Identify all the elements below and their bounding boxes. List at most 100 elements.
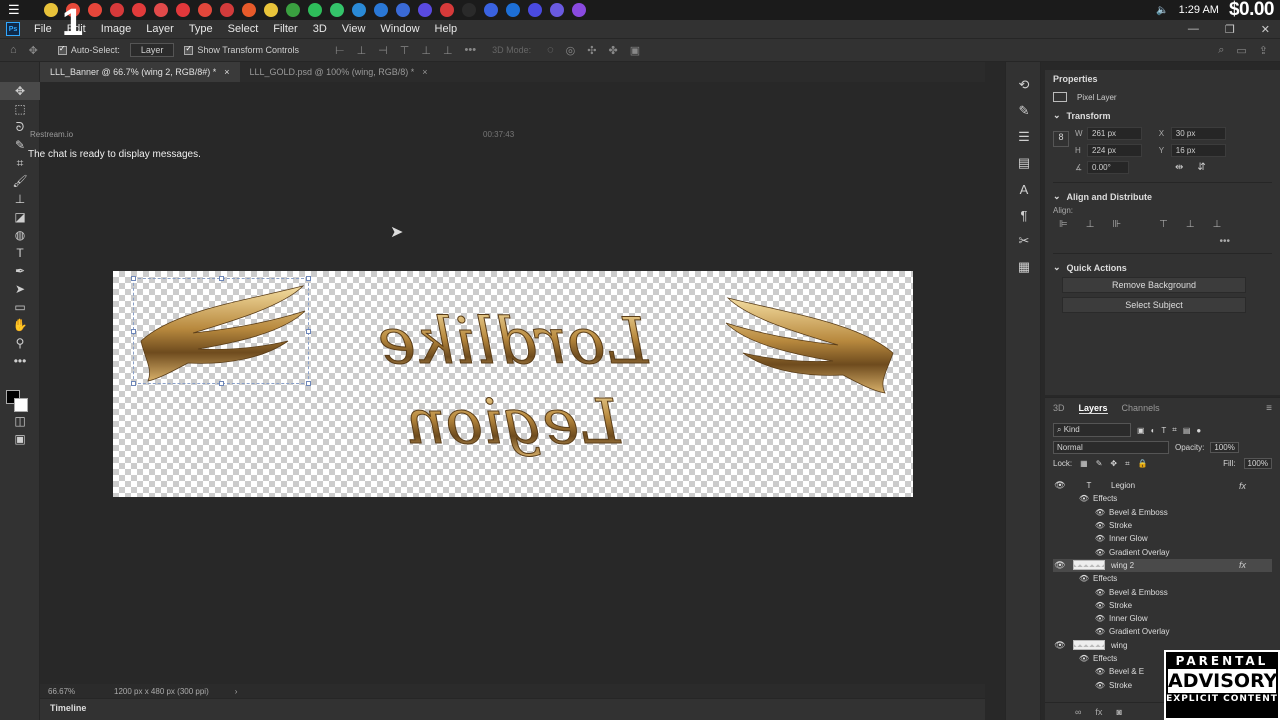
shape-tool-icon[interactable]: ▭ (0, 298, 40, 316)
character-icon[interactable]: A (1006, 176, 1042, 202)
brush-settings-icon[interactable]: ✎ (1006, 98, 1042, 124)
lock-pixels-icon[interactable]: ✎ (1096, 459, 1103, 468)
app-icon-7[interactable] (176, 3, 190, 17)
app-icon-11[interactable] (264, 3, 278, 17)
transform-handle[interactable] (306, 381, 311, 386)
stamp-tool-icon[interactable]: ⊥ (0, 190, 40, 208)
effect-eye-icon[interactable]: 👁 (1053, 588, 1109, 597)
hand-tool-icon[interactable]: ✋ (0, 316, 40, 334)
transform-handle[interactable] (219, 276, 224, 281)
align-h-centers-icon[interactable]: ⊥ (1086, 219, 1095, 230)
tab-layers[interactable]: Layers (1078, 403, 1108, 414)
align-v-centers-icon[interactable]: ⊥ (1186, 219, 1195, 230)
x-field[interactable]: 30 px (1170, 127, 1226, 140)
app-icon-12[interactable] (286, 3, 300, 17)
app-icon-10[interactable] (242, 3, 256, 17)
history-icon[interactable]: ⟲ (1006, 72, 1042, 98)
more-options-icon[interactable]: ••• (465, 44, 477, 56)
effect-row[interactable]: 👁 Gradient Overlay (1053, 545, 1272, 558)
path-select-tool-icon[interactable]: ➤ (0, 280, 40, 298)
transform-bounding-box[interactable] (131, 276, 311, 386)
paragraph-icon[interactable]: ¶ (1006, 202, 1042, 228)
add-style-icon[interactable]: fx (1095, 707, 1102, 717)
effect-eye-icon[interactable]: 👁 (1053, 681, 1109, 689)
app-icon-23[interactable] (528, 3, 542, 17)
restore-icon[interactable]: ❐ (1225, 23, 1235, 36)
3d-scale-icon[interactable]: ▣ (630, 44, 640, 57)
filter-shape-icon[interactable]: ⌗ (1172, 425, 1177, 435)
app-icon-16[interactable] (374, 3, 388, 17)
effect-row[interactable]: 👁 Stroke (1053, 599, 1272, 612)
pen-tool-icon[interactable]: ✒ (0, 262, 40, 280)
filter-type-icon[interactable]: T (1161, 426, 1166, 435)
app-icon-24[interactable] (550, 3, 564, 17)
effect-eye-icon[interactable]: 👁 (1053, 601, 1109, 610)
app-icon-22[interactable] (506, 3, 520, 17)
app-icon-20[interactable] (462, 3, 476, 17)
status-chevron-icon[interactable]: › (235, 687, 238, 696)
type-tool-icon[interactable]: T (0, 244, 40, 262)
layer-effects-row[interactable]: 👁 Effects (1053, 572, 1272, 585)
transform-handle[interactable] (131, 381, 136, 386)
y-field[interactable]: 16 px (1170, 144, 1226, 157)
marquee-tool-icon[interactable]: ⬚ (0, 100, 40, 118)
lock-all-icon[interactable]: 🔒 (1138, 459, 1148, 468)
effect-eye-icon[interactable]: 👁 (1053, 534, 1109, 543)
align-right-icon[interactable]: ⊣ (378, 44, 388, 57)
align-bottom-icon[interactable]: ⊥ (443, 44, 453, 57)
app-icon-18[interactable] (418, 3, 432, 17)
quick-actions-section[interactable]: ⌄ Quick Actions (1053, 262, 1272, 273)
app-icon-25[interactable] (572, 3, 586, 17)
app-icon-1[interactable] (44, 3, 58, 17)
effect-row[interactable]: 👁 Bevel & Emboss (1053, 585, 1272, 598)
align-middle-icon[interactable]: ⊥ (421, 44, 431, 57)
align-center-icon[interactable]: ⊥ (357, 44, 367, 57)
start-icon[interactable]: ☰ (8, 3, 24, 17)
lock-transparent-icon[interactable]: ▦ (1080, 459, 1088, 468)
workspace-icon[interactable]: ▭ (1236, 44, 1246, 57)
tab-channels[interactable]: Channels (1122, 403, 1160, 413)
app-icon-17[interactable] (396, 3, 410, 17)
screen-mode-icon[interactable]: ▣ (0, 430, 40, 448)
filter-smart-icon[interactable]: ▤ (1183, 426, 1191, 435)
menu-layer[interactable]: Layer (146, 23, 174, 35)
search-icon[interactable]: ⌕ (1218, 44, 1224, 57)
lock-artboard-icon[interactable]: ⌗ (1125, 459, 1130, 469)
3d-orbit-icon[interactable]: ◌ (547, 44, 554, 56)
fx-icon[interactable]: fx (1239, 481, 1246, 491)
libraries-icon[interactable]: ▤ (1006, 150, 1042, 176)
effect-eye-icon[interactable]: 👁 (1053, 494, 1093, 503)
layer-effects-row[interactable]: 👁 Effects (1053, 492, 1272, 505)
zoom-tool-icon[interactable]: ⚲ (0, 334, 40, 352)
photoshop-logo-icon[interactable]: Ps (6, 22, 20, 36)
filter-toggle-icon[interactable]: ● (1196, 426, 1201, 435)
remove-background-button[interactable]: Remove Background (1062, 277, 1246, 293)
effect-eye-icon[interactable]: 👁 (1053, 508, 1109, 517)
effect-row[interactable]: 👁 Inner Glow (1053, 532, 1272, 545)
zoom-level[interactable]: 66.67% (48, 687, 114, 696)
blend-mode-dropdown[interactable]: Normal (1053, 441, 1169, 454)
effect-eye-icon[interactable]: 👁 (1053, 627, 1109, 636)
share-icon[interactable]: ⇪ (1259, 44, 1268, 57)
tab-lll-banner[interactable]: LLL_Banner @ 66.7% (wing 2, RGB/8#) * × (40, 62, 240, 82)
background-color-swatch[interactable] (14, 398, 28, 412)
app-icon-5[interactable] (132, 3, 146, 17)
height-field[interactable]: 224 px (1087, 144, 1142, 157)
visibility-eye-icon[interactable]: 👁 (1053, 480, 1067, 491)
speaker-icon[interactable]: 🔈 (1156, 5, 1168, 16)
panel-menu-icon[interactable]: ≡ (1266, 403, 1272, 414)
effect-eye-icon[interactable]: 👁 (1053, 521, 1109, 530)
align-right-edges-icon[interactable]: ⊪ (1112, 219, 1121, 230)
effect-row[interactable]: 👁 Gradient Overlay (1053, 625, 1272, 638)
flip-vertical-icon[interactable]: ⇵ (1197, 162, 1205, 173)
align-left-edges-icon[interactable]: ⊫ (1059, 219, 1068, 230)
tool-presets-icon[interactable]: ✂ (1006, 228, 1042, 254)
transform-handle[interactable] (131, 329, 136, 334)
menu-filter[interactable]: Filter (273, 23, 297, 35)
tab-properties[interactable]: Properties (1053, 74, 1272, 84)
transform-handle[interactable] (306, 276, 311, 281)
visibility-eye-icon[interactable]: 👁 (1053, 640, 1067, 651)
app-icon-4[interactable] (110, 3, 124, 17)
show-transform-checkbox[interactable] (184, 44, 194, 55)
effect-eye-icon[interactable]: 👁 (1053, 654, 1093, 663)
